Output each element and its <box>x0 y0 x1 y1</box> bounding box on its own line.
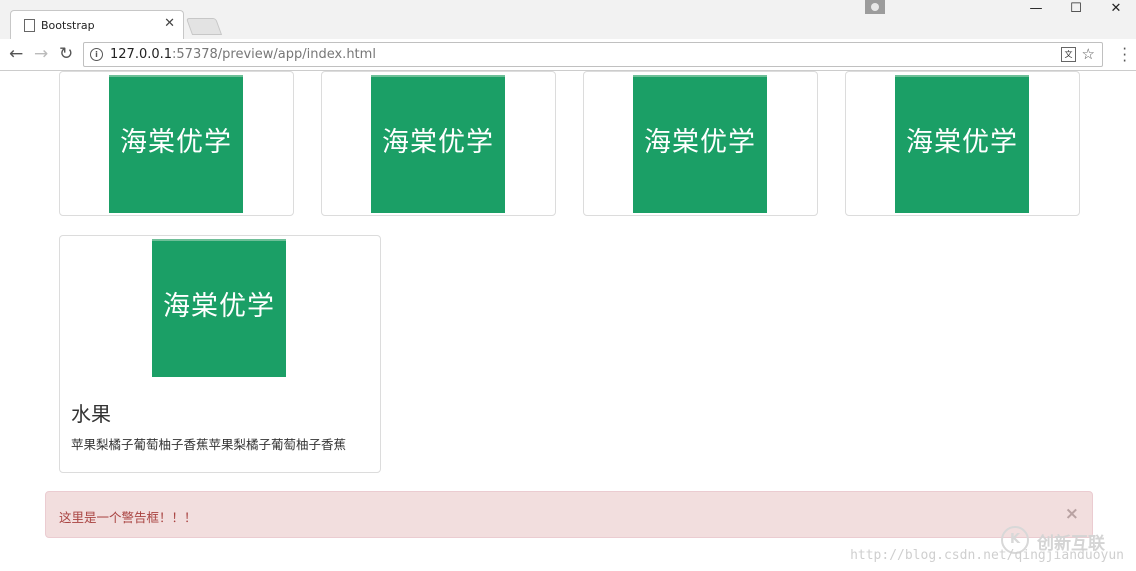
reload-icon[interactable]: ↻ <box>59 45 73 63</box>
alert-close-icon[interactable]: × <box>1065 504 1079 524</box>
thumbnail-card[interactable]: 海棠优学 <box>583 71 818 216</box>
watermark-url: http://blog.csdn.net/qingjianduoyun <box>850 548 1124 563</box>
info-icon[interactable]: i <box>90 48 103 61</box>
warning-alert: 这里是一个警告框！！！ × <box>45 491 1093 538</box>
bookmark-star-icon[interactable]: ☆ <box>1082 45 1095 63</box>
brand-logo-image: 海棠优学 <box>371 75 505 213</box>
close-window-icon[interactable]: ✕ <box>1096 0 1136 20</box>
browser-tab-strip: Bootstrap ✕ — ☐ ✕ <box>0 0 1136 40</box>
brand-logo-image: 海棠优学 <box>109 75 243 213</box>
brand-logo-image: 海棠优学 <box>152 239 286 377</box>
alert-message: 这里是一个警告框！！！ <box>59 510 197 525</box>
new-tab-button[interactable] <box>185 18 223 35</box>
brand-logo-image: 海棠优学 <box>895 75 1029 213</box>
tab-close-icon[interactable]: ✕ <box>164 16 175 31</box>
thumbnail-card[interactable]: 海棠优学 <box>845 71 1080 216</box>
caption-title: 水果 <box>71 402 111 426</box>
back-arrow-icon[interactable]: ← <box>9 45 23 63</box>
url-path: :57378/preview/app/index.html <box>172 47 376 62</box>
caption-text: 苹果梨橘子葡萄柚子香蕉苹果梨橘子葡萄柚子香蕉 <box>71 437 347 452</box>
browser-menu-icon[interactable]: · · · <box>1122 42 1127 69</box>
profile-icon[interactable] <box>865 0 885 14</box>
url-host: 127.0.0.1 <box>110 47 173 62</box>
maximize-icon[interactable]: ☐ <box>1056 0 1096 20</box>
browser-tab[interactable]: Bootstrap ✕ <box>10 10 184 40</box>
minimize-icon[interactable]: — <box>1016 0 1056 20</box>
window-controls: — ☐ ✕ <box>865 0 1136 20</box>
forward-arrow-icon[interactable]: → <box>34 45 48 63</box>
page-icon <box>24 19 35 32</box>
translate-icon[interactable]: 文 <box>1061 47 1076 62</box>
toolbar: ← → ↻ i 127.0.0.1:57378/preview/app/inde… <box>0 39 1136 71</box>
brand-logo-image: 海棠优学 <box>633 75 767 213</box>
thumbnail-card[interactable]: 海棠优学 <box>321 71 556 216</box>
tab-title: Bootstrap <box>41 19 95 32</box>
url-text[interactable]: 127.0.0.1:57378/preview/app/index.html <box>110 47 376 62</box>
thumbnail-card[interactable]: 海棠优学 <box>59 71 294 216</box>
address-bar[interactable]: i 127.0.0.1:57378/preview/app/index.html… <box>83 42 1103 67</box>
